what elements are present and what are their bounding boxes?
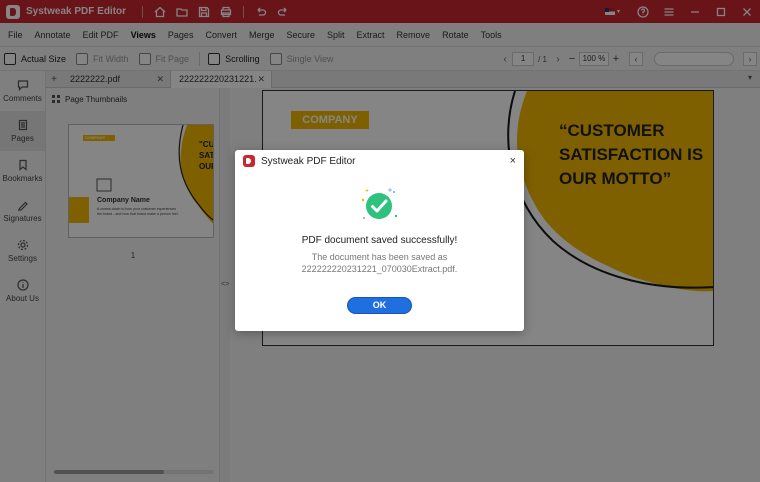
success-check-icon xyxy=(361,188,398,219)
dialog-detail: The document has been saved as 222222220… xyxy=(301,252,458,274)
dialog-header: Systweak PDF Editor xyxy=(235,150,524,172)
dialog-close-icon[interactable]: × xyxy=(510,155,516,167)
save-success-dialog: Systweak PDF Editor × PDF document saved… xyxy=(235,150,524,331)
dialog-title: Systweak PDF Editor xyxy=(261,155,356,167)
dialog-message: PDF document saved successfully! xyxy=(301,235,458,246)
ok-button[interactable]: OK xyxy=(347,297,412,314)
app-logo-icon xyxy=(243,155,255,167)
